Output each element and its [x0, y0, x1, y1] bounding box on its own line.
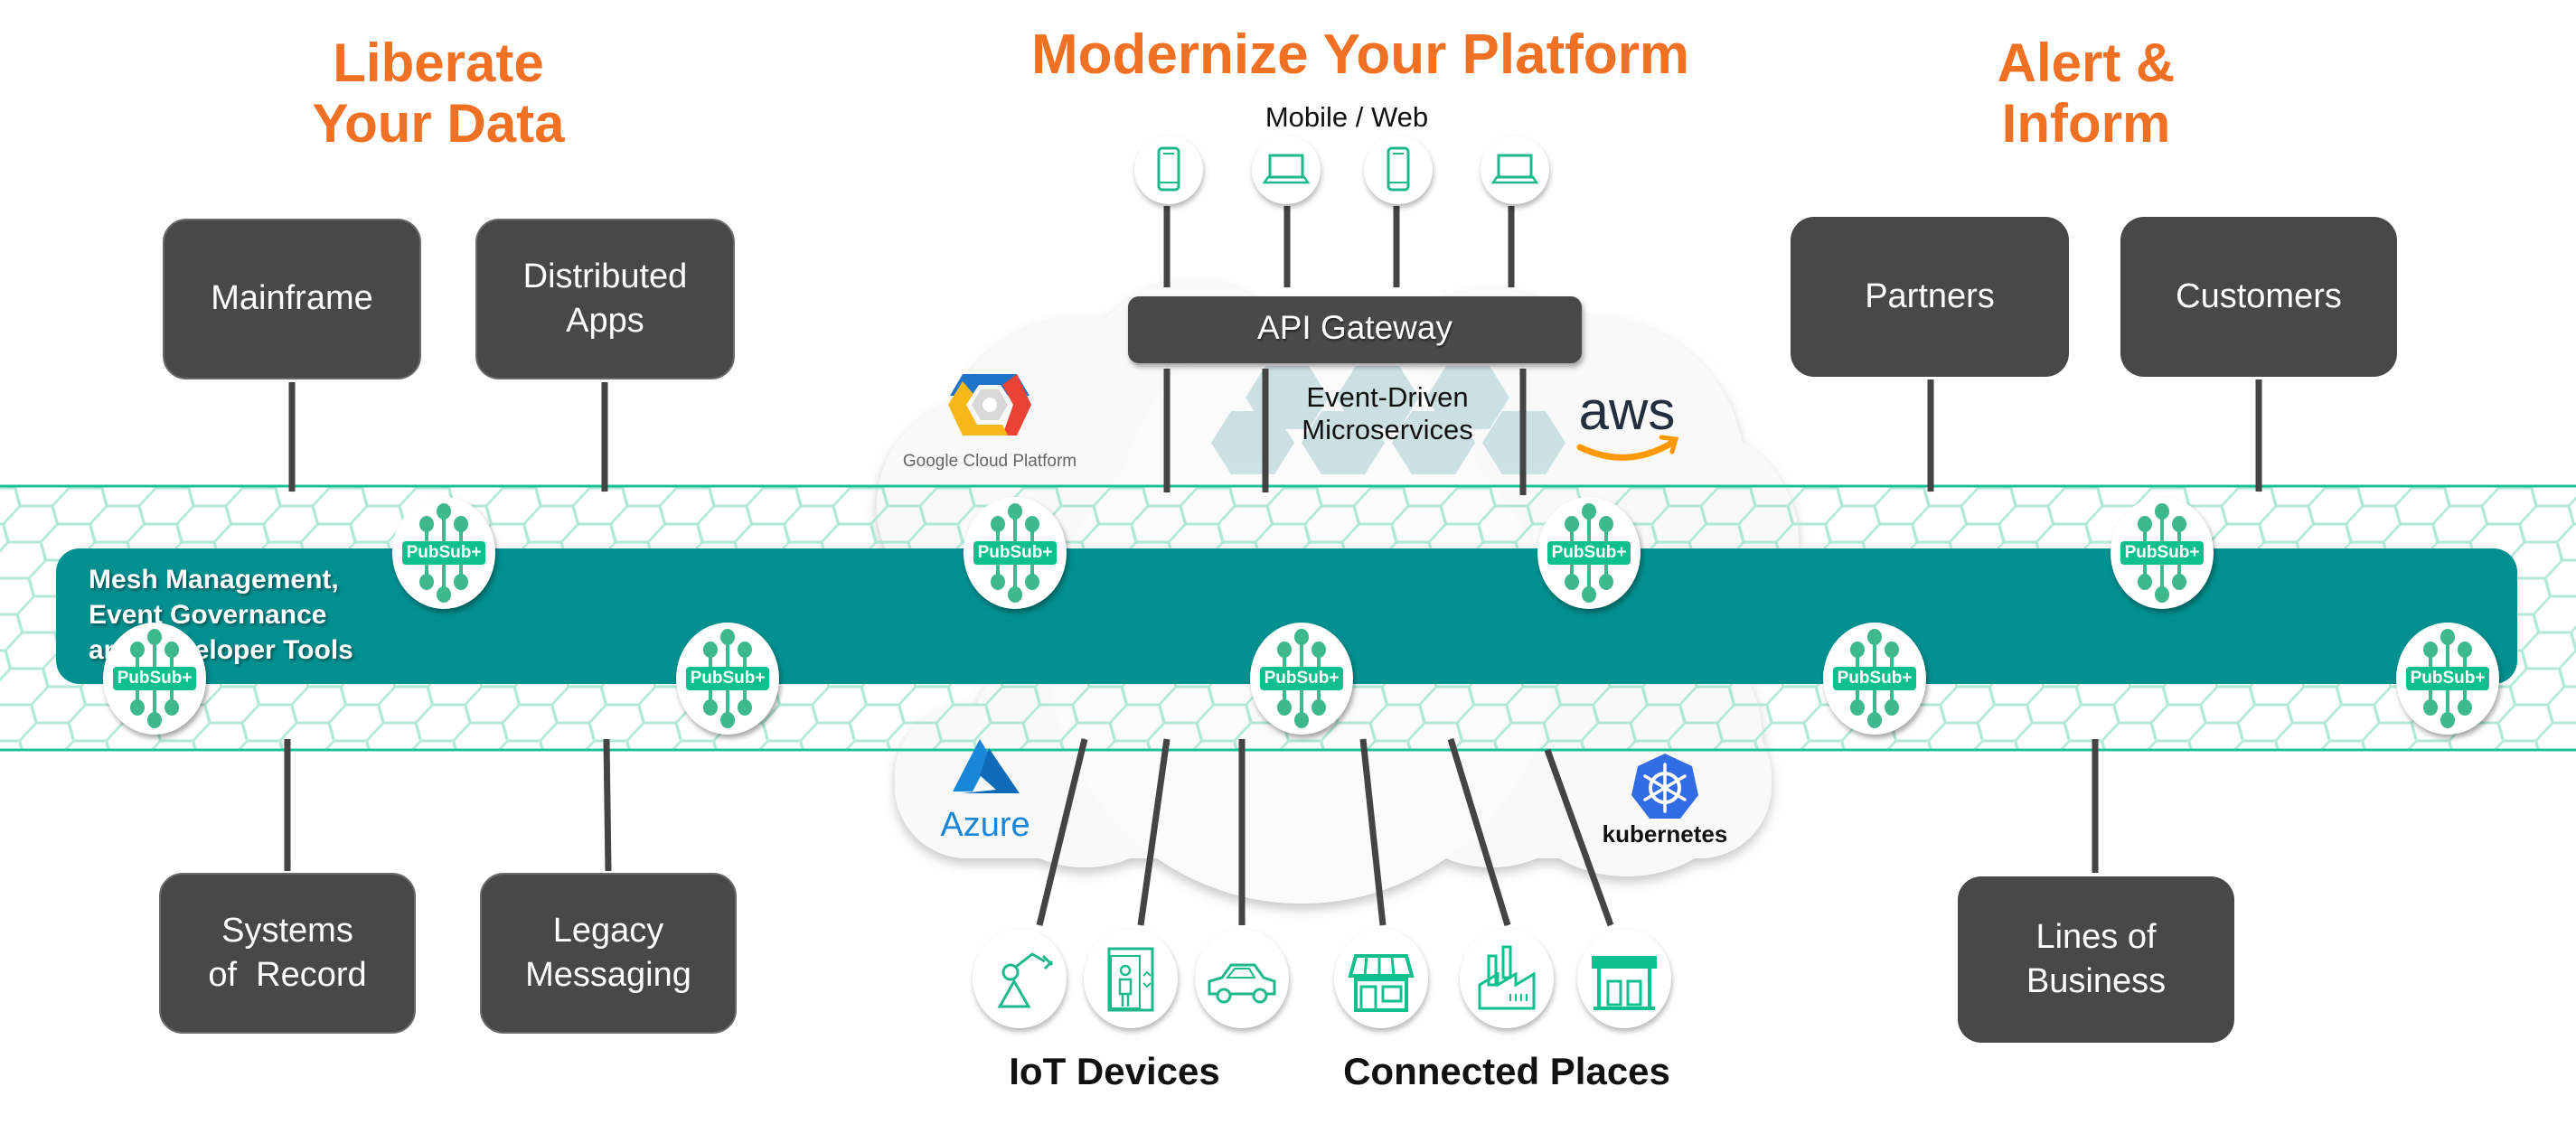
elevator-icon[interactable] — [1084, 929, 1178, 1028]
phone-icon[interactable] — [1134, 136, 1203, 204]
iot-devices-label: IoT Devices — [1009, 1050, 1220, 1092]
modernize-platform-title: Modernize Your Platform — [976, 23, 1744, 86]
laptop-icon[interactable] — [1252, 136, 1321, 204]
connected-places-label: Connected Places — [1343, 1050, 1670, 1092]
arrow-legacy-messaging — [603, 738, 612, 872]
gcp-label: Google Cloud Platform — [902, 452, 1077, 471]
liberate-your-data-title: Liberate Your Data — [258, 33, 619, 154]
title-line: Liberate — [333, 33, 544, 93]
box-label: of Record — [208, 956, 367, 994]
pubsub-node[interactable]: PubSub+ — [1250, 623, 1353, 735]
phone-icon[interactable] — [1364, 136, 1433, 204]
legacy-messaging-box[interactable]: Legacy Messaging — [480, 873, 737, 1034]
event-mesh-diagram: Liberate Your Data Modernize Your Platfo… — [0, 0, 2576, 1124]
title-line: Inform — [2001, 93, 2171, 155]
storefront-icon[interactable] — [1334, 929, 1428, 1028]
title-line: Alert & — [1997, 33, 2176, 93]
label-line: Microservices — [1302, 414, 1473, 445]
pubsub-badge: PubSub+ — [2120, 541, 2204, 565]
factory-icon[interactable] — [1460, 929, 1554, 1028]
box-label: Systems — [221, 911, 353, 950]
aws-label: aws — [1578, 380, 1676, 441]
car-icon[interactable] — [1195, 929, 1289, 1028]
pubsub-node[interactable]: PubSub+ — [1537, 497, 1641, 609]
box-label: Apps — [566, 302, 644, 340]
box-label: Messaging — [525, 956, 691, 994]
robot-arm-icon[interactable] — [973, 929, 1067, 1028]
label-line: Event-Driven — [1306, 381, 1469, 413]
azure-label: Azure — [940, 806, 1030, 844]
pubsub-node[interactable]: PubSub+ — [392, 497, 495, 609]
pubsub-badge: PubSub+ — [973, 541, 1057, 565]
label-line: Mesh Management, — [89, 565, 339, 595]
pubsub-node[interactable]: PubSub+ — [103, 623, 206, 735]
pubsub-badge: PubSub+ — [402, 541, 485, 565]
partners-box[interactable]: Partners — [1791, 217, 2069, 377]
title-line: Your Data — [312, 93, 565, 155]
distributed-apps-box[interactable]: Distributed Apps — [475, 219, 735, 379]
box-label: Distributed — [522, 257, 688, 295]
pubsub-badge: PubSub+ — [1260, 667, 1343, 690]
title-line: Modernize Your Platform — [1030, 23, 1689, 86]
kubernetes-label: kubernetes — [1602, 820, 1728, 848]
pubsub-badge: PubSub+ — [1547, 541, 1631, 565]
pubsub-badge: PubSub+ — [686, 667, 769, 690]
pubsub-badge: PubSub+ — [2406, 667, 2489, 690]
pubsub-badge: PubSub+ — [1833, 667, 1916, 690]
event-driven-microservices-label: Event-Driven Microservices — [1247, 381, 1528, 446]
lines-of-business-box[interactable]: Lines of Business — [1958, 876, 2234, 1043]
pubsub-node[interactable]: PubSub+ — [2396, 623, 2499, 735]
pubsub-node[interactable]: PubSub+ — [964, 497, 1067, 609]
pubsub-node[interactable]: PubSub+ — [1823, 623, 1926, 735]
pubsub-node[interactable]: PubSub+ — [2111, 497, 2214, 609]
mainframe-box[interactable]: Mainframe — [163, 219, 421, 379]
pubsub-badge: PubSub+ — [113, 667, 196, 690]
box-label: Partners — [1865, 276, 1995, 315]
mobile-web-label: Mobile / Web — [1264, 101, 1429, 133]
customers-box[interactable]: Customers — [2120, 217, 2397, 377]
api-gateway-label[interactable]: API Gateway — [1128, 309, 1582, 347]
systems-of-record-box[interactable]: Systems of Record — [159, 873, 416, 1034]
box-label: Legacy — [552, 911, 664, 950]
box-label: Lines of — [2035, 917, 2157, 956]
pubsub-node[interactable]: PubSub+ — [676, 623, 779, 735]
gcp-logo-icon — [948, 374, 1031, 436]
box-label: Customers — [2176, 276, 2342, 315]
alert-inform-title: Alert & Inform — [1905, 33, 2267, 154]
gas-station-icon[interactable] — [1577, 929, 1671, 1028]
box-label: Business — [2026, 962, 2167, 1000]
laptop-icon[interactable] — [1481, 136, 1549, 204]
box-label: Mainframe — [211, 279, 373, 318]
